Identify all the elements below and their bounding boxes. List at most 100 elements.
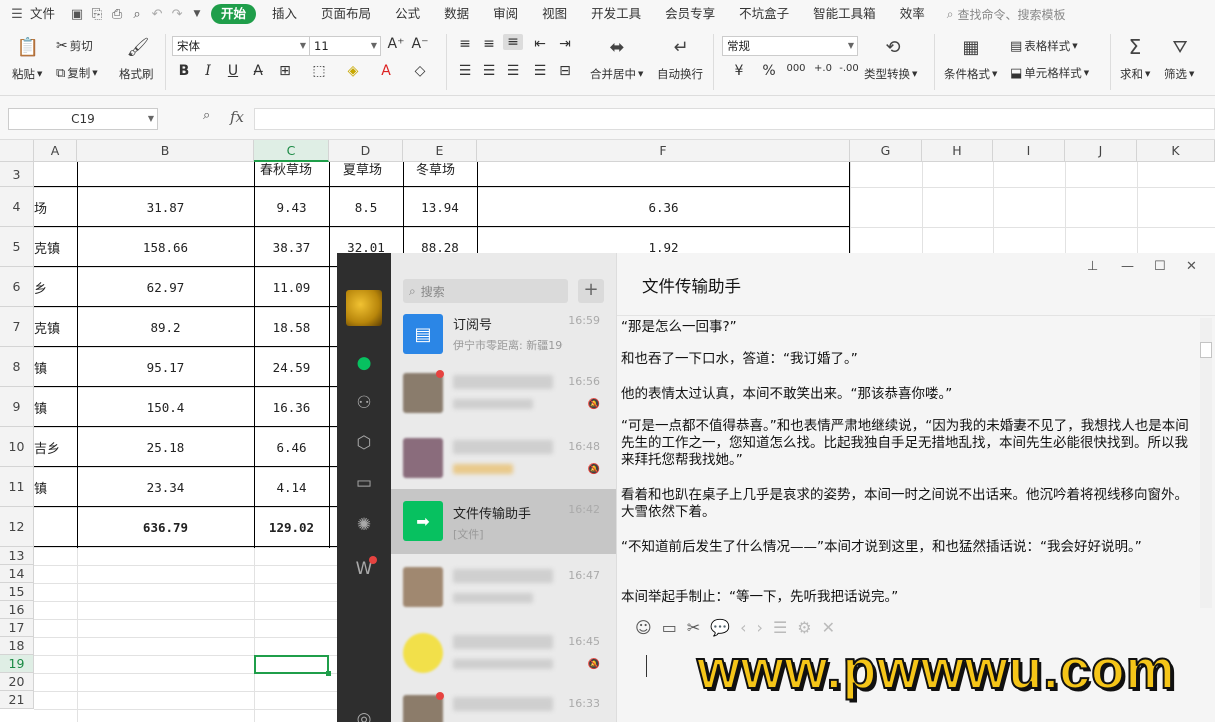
cell-header-winter[interactable]: 冬草场 (416, 158, 455, 178)
paste-button[interactable]: 粘贴 ▼ (12, 66, 42, 82)
cell-region[interactable]: 镇 (34, 347, 47, 387)
tab-data[interactable]: 数据 (432, 0, 481, 28)
scrollbar-thumb[interactable] (1200, 342, 1212, 358)
type-convert-icon[interactable]: ⟲ (882, 36, 904, 58)
increase-indent-icon[interactable]: ⇥ (555, 36, 575, 52)
add-chat-button[interactable]: + (578, 279, 604, 303)
align-left-icon[interactable]: ☰ (455, 63, 475, 79)
cell[interactable]: 25.18 (77, 427, 254, 467)
align-center-icon[interactable]: ☰ (479, 63, 499, 79)
tab-review[interactable]: 审阅 (481, 0, 530, 28)
fill-pattern-icon[interactable]: ⬚ (309, 63, 329, 79)
cell[interactable]: 23.34 (77, 467, 254, 507)
decrease-indent-icon[interactable]: ⇤ (530, 36, 550, 52)
tab-formulas[interactable]: 公式 (383, 0, 432, 28)
cell-region[interactable]: 克镇 (34, 227, 60, 267)
column-header[interactable]: K (1137, 140, 1215, 162)
cell[interactable]: 9.43 (254, 187, 329, 227)
menu-file[interactable]: 文件 (26, 0, 67, 28)
redo-icon[interactable]: ↷ (167, 0, 187, 28)
close-icon[interactable]: ✕ (822, 618, 835, 637)
tab-view[interactable]: 视图 (530, 0, 579, 28)
paste-icon[interactable]: 📋 (17, 36, 39, 58)
cell[interactable]: 31.87 (77, 187, 254, 227)
row-header[interactable]: 11 (0, 467, 34, 507)
sum-icon[interactable]: Σ (1124, 35, 1146, 59)
mini-program-icon[interactable]: ◎ (337, 705, 391, 722)
align-bottom-icon[interactable]: ≡ (503, 34, 523, 50)
clear-format-icon[interactable]: ◇ (410, 63, 430, 79)
align-right-icon[interactable]: ☰ (503, 63, 523, 79)
row-header[interactable]: 14 (0, 565, 34, 583)
formula-input[interactable] (254, 108, 1215, 130)
table-style-button[interactable]: ▤ 表格样式 ▼ (1010, 38, 1078, 54)
filter-icon[interactable]: ⛛ (1169, 36, 1191, 58)
cell-style-button[interactable]: ⬓ 单元格样式 ▼ (1010, 65, 1089, 81)
cell-total[interactable]: 129.02 (254, 507, 329, 547)
row-header[interactable]: 12 (0, 507, 34, 547)
tab-developer[interactable]: 开发工具 (579, 0, 653, 28)
row-header[interactable]: 21 (0, 691, 34, 709)
chat-item-blurred[interactable]: 16:56 🔕 (391, 361, 616, 426)
row-header[interactable]: 8 (0, 347, 34, 387)
select-all-corner[interactable] (0, 140, 34, 162)
row-header[interactable]: 13 (0, 547, 34, 565)
sum-button[interactable]: 求和 ▼ (1120, 66, 1150, 82)
row-header[interactable]: 10 (0, 427, 34, 467)
tab-home[interactable]: 开始 (211, 4, 257, 24)
cell[interactable]: 13.94 (403, 187, 477, 227)
cell[interactable]: 38.37 (254, 227, 329, 267)
cell[interactable]: 4.14 (254, 467, 329, 507)
row-header[interactable]: 3 (0, 162, 34, 187)
align-top-icon[interactable]: ≡ (455, 36, 475, 52)
emoji-icon[interactable]: ☺ (635, 618, 652, 637)
cell-region[interactable]: 镇 (34, 387, 47, 427)
text-input-caret[interactable] (646, 655, 647, 677)
avatar[interactable] (346, 290, 382, 326)
increase-decimal-button[interactable]: +.0 (810, 63, 836, 74)
row-header[interactable]: 5 (0, 227, 34, 267)
function-icon[interactable]: fx (230, 108, 244, 126)
cell-region[interactable]: 场 (34, 187, 47, 227)
print-icon[interactable]: ⎙ (107, 0, 127, 28)
hamburger-icon[interactable]: ☰ (8, 0, 26, 28)
filter-button[interactable]: 筛选 ▼ (1164, 66, 1194, 82)
chat-item-blurred[interactable]: 16:33 (391, 683, 616, 722)
thousands-separator-button[interactable]: 000 (783, 63, 809, 74)
chat-bubble-icon[interactable]: 💬 (710, 618, 730, 637)
column-header[interactable]: B (77, 140, 254, 162)
cell[interactable]: 89.2 (77, 307, 254, 347)
export-pdf-icon[interactable]: ⎘ (87, 0, 107, 28)
chat-item-blurred[interactable]: 16:47 (391, 555, 616, 620)
font-color-icon[interactable]: A (376, 63, 396, 79)
cell[interactable]: 11.09 (254, 267, 329, 307)
settings-gear-icon[interactable]: ⚙ (797, 618, 811, 637)
decrease-decimal-button[interactable]: -.00 (836, 63, 862, 74)
bold-button[interactable]: B (174, 63, 194, 79)
chevron-right-icon[interactable]: › (757, 618, 763, 637)
chat-icon[interactable]: ● (337, 349, 391, 377)
italic-button[interactable]: I (198, 63, 218, 79)
minimize-icon[interactable]: — (1121, 259, 1134, 274)
wrap-text-icon[interactable]: ↵ (670, 36, 692, 58)
chat-item-blurred[interactable]: 16:48 🔕 (391, 426, 616, 491)
command-search[interactable]: ⌕ 查找命令、搜索模板 (947, 6, 1066, 23)
cell-region[interactable]: 镇 (34, 467, 47, 507)
pin-icon[interactable]: ⊥ (1087, 259, 1098, 274)
currency-button[interactable]: ¥ (727, 63, 751, 79)
cell[interactable]: 62.97 (77, 267, 254, 307)
row-header[interactable]: 15 (0, 583, 34, 601)
cell[interactable]: 158.66 (77, 227, 254, 267)
chat-search-input[interactable]: ⌕ 搜索 (403, 279, 568, 303)
font-grow-icon[interactable]: A⁺ (386, 36, 406, 52)
row-header[interactable]: 18 (0, 637, 34, 655)
print-preview-icon[interactable]: ⌕ (127, 0, 147, 28)
type-convert-button[interactable]: 类型转换 ▼ (864, 66, 917, 82)
copy-button[interactable]: ⧉ 复制 ▼ (56, 65, 98, 81)
chat-item-file-transfer[interactable]: ➡ 文件传输助手 [文件] 16:42 (391, 489, 616, 554)
cell[interactable]: 6.36 (477, 187, 850, 227)
column-header[interactable]: H (922, 140, 993, 162)
row-header[interactable]: 17 (0, 619, 34, 637)
cell[interactable]: 95.17 (77, 347, 254, 387)
cell[interactable]: 16.36 (254, 387, 329, 427)
